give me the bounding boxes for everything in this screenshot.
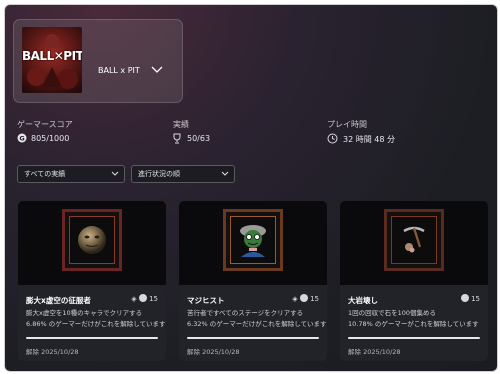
achievement-art — [340, 201, 488, 285]
gamerscore-icon — [138, 294, 147, 302]
achievements-label: 実績 — [173, 120, 189, 129]
achievement-rarity-text: 6.86% のゲーマーだけがこれを解除しています — [26, 320, 166, 328]
void-sphere-icon — [78, 226, 106, 254]
achievements-window: BALL✕PIT BALL x PIT ゲーマースコア G 805/1000 実… — [4, 4, 498, 372]
achievement-card[interactable]: 膨大x虚空の征服者 ◈ 15 膨大x虚空を10種のキャラでクリアする 6.86%… — [18, 201, 166, 361]
achievement-unlock-date: 解除 2025/10/28 — [187, 348, 240, 356]
diamond-icon: ◈ — [292, 295, 298, 303]
gamerscore-icon: G — [17, 133, 27, 143]
achievement-filter-dropdown[interactable]: すべての実績 — [17, 165, 125, 183]
game-title: BALL x PIT — [98, 66, 140, 75]
achievement-progress-bar — [187, 337, 319, 339]
gamerscore-label: ゲーマースコア — [17, 120, 73, 129]
achievement-rarity-text: 10.78% のゲーマーがこれを解除しています — [348, 320, 479, 328]
achievement-card[interactable]: 大岩壊し 15 1回の回収で石を100個集める 10.78% のゲーマーがこれを… — [340, 201, 488, 361]
achievement-frame — [223, 209, 283, 271]
playtime-label: プレイ時間 — [327, 120, 367, 129]
achievement-art — [179, 201, 327, 285]
achievement-title: マジヒスト — [187, 296, 225, 305]
achievement-gamerscore: ◈ 15 — [131, 294, 158, 303]
achievement-rarity-text: 6.32% のゲーマーだけがこれを解除しています — [187, 320, 327, 328]
achievement-title: 大岩壊し — [348, 296, 378, 305]
achievement-unlock-date: 解除 2025/10/28 — [348, 348, 401, 356]
chevron-down-icon — [221, 171, 229, 176]
gamerscore-points: 15 — [149, 295, 158, 303]
achievement-description: 膨大x虚空を10種のキャラでクリアする — [26, 309, 143, 317]
achievement-gamerscore: ◈ 15 — [292, 294, 319, 303]
achievement-progress-bar — [348, 337, 480, 339]
diamond-icon: ◈ — [131, 295, 137, 303]
achievement-title: 膨大x虚空の征服者 — [26, 296, 91, 305]
pickaxe-icon — [403, 226, 425, 253]
gamerscore-points: 15 — [471, 295, 480, 303]
chevron-down-icon[interactable] — [150, 64, 164, 74]
sort-order-label: 進行状況の順 — [138, 170, 180, 178]
achievement-filter-label: すべての実績 — [24, 170, 66, 178]
achievements-value: 50/63 — [187, 134, 211, 143]
achievement-description: 苦行者ですべてのステージをクリアする — [187, 309, 304, 317]
game-cover-art: BALL✕PIT — [22, 27, 82, 93]
chevron-down-icon — [111, 171, 119, 176]
playtime-value: 32 時間 48 分 — [343, 135, 395, 144]
achievement-art — [18, 201, 166, 285]
achievement-card[interactable]: マジヒスト ◈ 15 苦行者ですべてのステージをクリアする 6.32% のゲーマ… — [179, 201, 327, 361]
game-selector[interactable]: BALL✕PIT BALL x PIT — [13, 19, 183, 103]
gamerscore-icon — [299, 294, 308, 302]
achievement-frame — [62, 209, 122, 271]
gamerscore-points: 15 — [310, 295, 319, 303]
masochist-portrait-icon — [240, 225, 266, 257]
achievement-description: 1回の回収で石を100個集める — [348, 309, 437, 317]
achievement-unlock-date: 解除 2025/10/28 — [26, 348, 79, 356]
clock-icon — [327, 133, 338, 144]
trophy-icon — [173, 133, 181, 144]
gamerscore-value: 805/1000 — [31, 134, 70, 143]
cover-logo: BALL✕PIT — [22, 49, 82, 63]
gamerscore-icon — [460, 294, 469, 302]
svg-text:G: G — [19, 135, 24, 143]
sort-order-dropdown[interactable]: 進行状況の順 — [131, 165, 235, 183]
achievement-frame — [384, 209, 444, 271]
achievement-gamerscore: 15 — [460, 294, 480, 303]
achievement-progress-bar — [26, 337, 158, 339]
